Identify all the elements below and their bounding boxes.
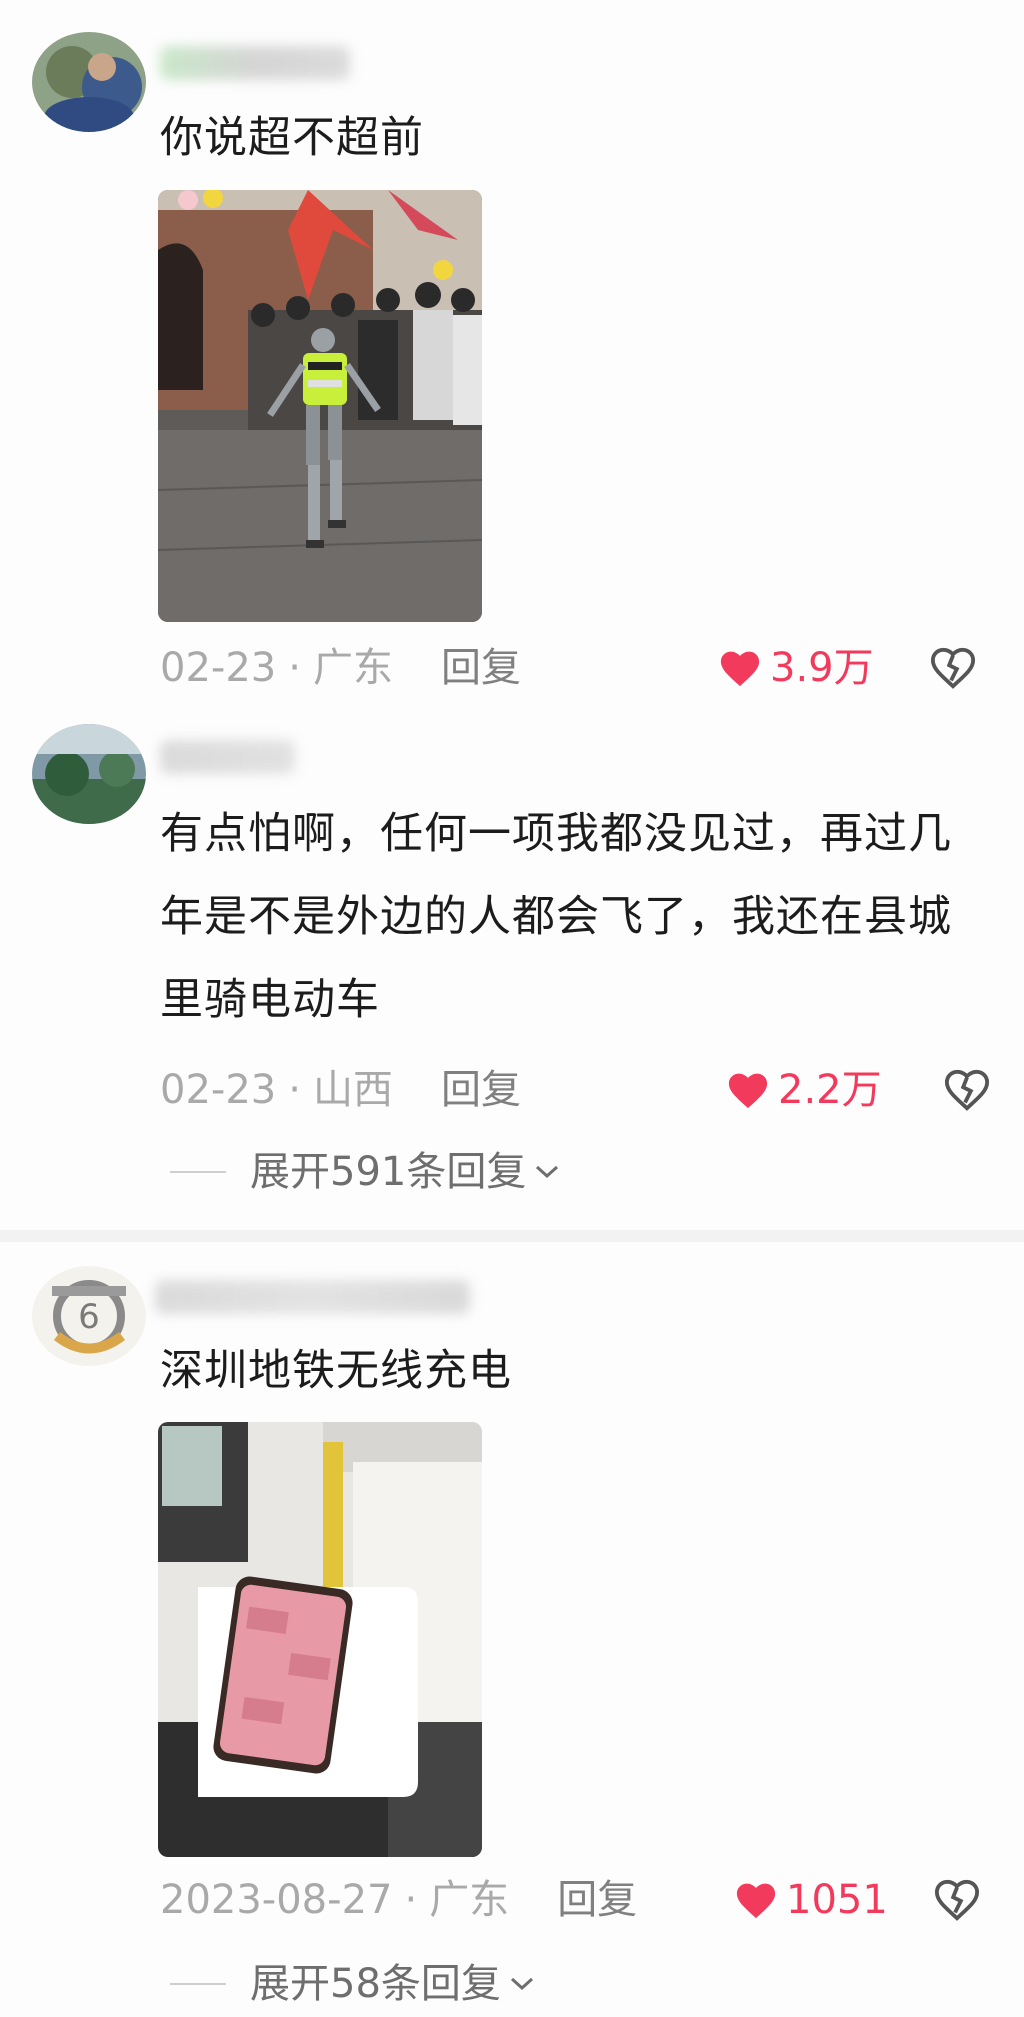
- avatar[interactable]: 6: [32, 1266, 146, 1366]
- expand-replies-button[interactable]: 展开591条回复: [170, 1142, 560, 1202]
- comment-location: 广东: [429, 1877, 510, 1923]
- like-count: 2.2万: [778, 1067, 882, 1113]
- comment-image[interactable]: [158, 190, 482, 622]
- chevron-down-icon: [536, 1165, 559, 1179]
- comment-date: 02-23: [160, 645, 277, 691]
- reply-button[interactable]: 回复: [557, 1877, 637, 1923]
- comment-image[interactable]: [158, 1422, 482, 1857]
- meta-separator: ·: [404, 1877, 418, 1923]
- expand-replies-button[interactable]: 展开58条回复: [170, 1954, 535, 2014]
- expand-replies-label: 展开58条回复: [250, 1961, 501, 2007]
- dislike-icon[interactable]: [930, 646, 976, 692]
- like-button[interactable]: 3.9万: [718, 638, 874, 698]
- heart-filled-icon: [728, 1073, 768, 1109]
- username-blurred[interactable]: [160, 46, 350, 80]
- expand-replies-label: 展开591条回复: [250, 1149, 527, 1195]
- avatar[interactable]: [32, 32, 146, 132]
- subway-phone-photo: [158, 1422, 482, 1857]
- comment-date: 02-23: [160, 1067, 277, 1113]
- username-blurred[interactable]: [155, 1280, 470, 1314]
- dislike-icon[interactable]: [944, 1068, 990, 1114]
- avatar[interactable]: [32, 724, 146, 824]
- comment-location: 山西: [312, 1067, 393, 1113]
- reply-button[interactable]: 回复: [441, 1067, 521, 1113]
- like-count: 1051: [786, 1877, 888, 1923]
- username-blurred[interactable]: [160, 740, 295, 774]
- expand-line: [170, 1171, 226, 1173]
- like-button[interactable]: 1051: [734, 1870, 888, 1930]
- like-count: 3.9万: [770, 645, 874, 691]
- comment-location: 广东: [312, 645, 393, 691]
- chevron-down-icon: [510, 1977, 533, 1991]
- like-button[interactable]: 2.2万: [726, 1060, 882, 1120]
- heart-filled-icon: [736, 1883, 776, 1919]
- meta-separator: ·: [288, 645, 301, 691]
- comment-text: 深圳地铁无线充电: [160, 1346, 512, 1396]
- comment-meta: 2023-08-27 · 广东 回复: [160, 1870, 637, 1930]
- svg-text:6: 6: [78, 1297, 100, 1337]
- expand-line: [170, 1983, 226, 1985]
- heart-filled-icon: [720, 651, 760, 687]
- comment-meta: 02-23 · 广东 回复: [160, 638, 521, 698]
- comment-meta: 02-23 · 山西 回复: [160, 1060, 521, 1120]
- section-divider: [0, 1230, 1024, 1242]
- dislike-icon[interactable]: [934, 1878, 980, 1924]
- reply-button[interactable]: 回复: [441, 645, 521, 691]
- meta-separator: ·: [288, 1067, 301, 1113]
- comment-date: 2023-08-27: [160, 1877, 393, 1923]
- comment-text: 有点怕啊，任何一项我都没见过，再过几年是不是外边的人都会飞了，我还在县城里骑电动…: [160, 809, 952, 1025]
- robot-police-photo: [158, 190, 482, 622]
- comment-text: 你说超不超前: [160, 113, 424, 163]
